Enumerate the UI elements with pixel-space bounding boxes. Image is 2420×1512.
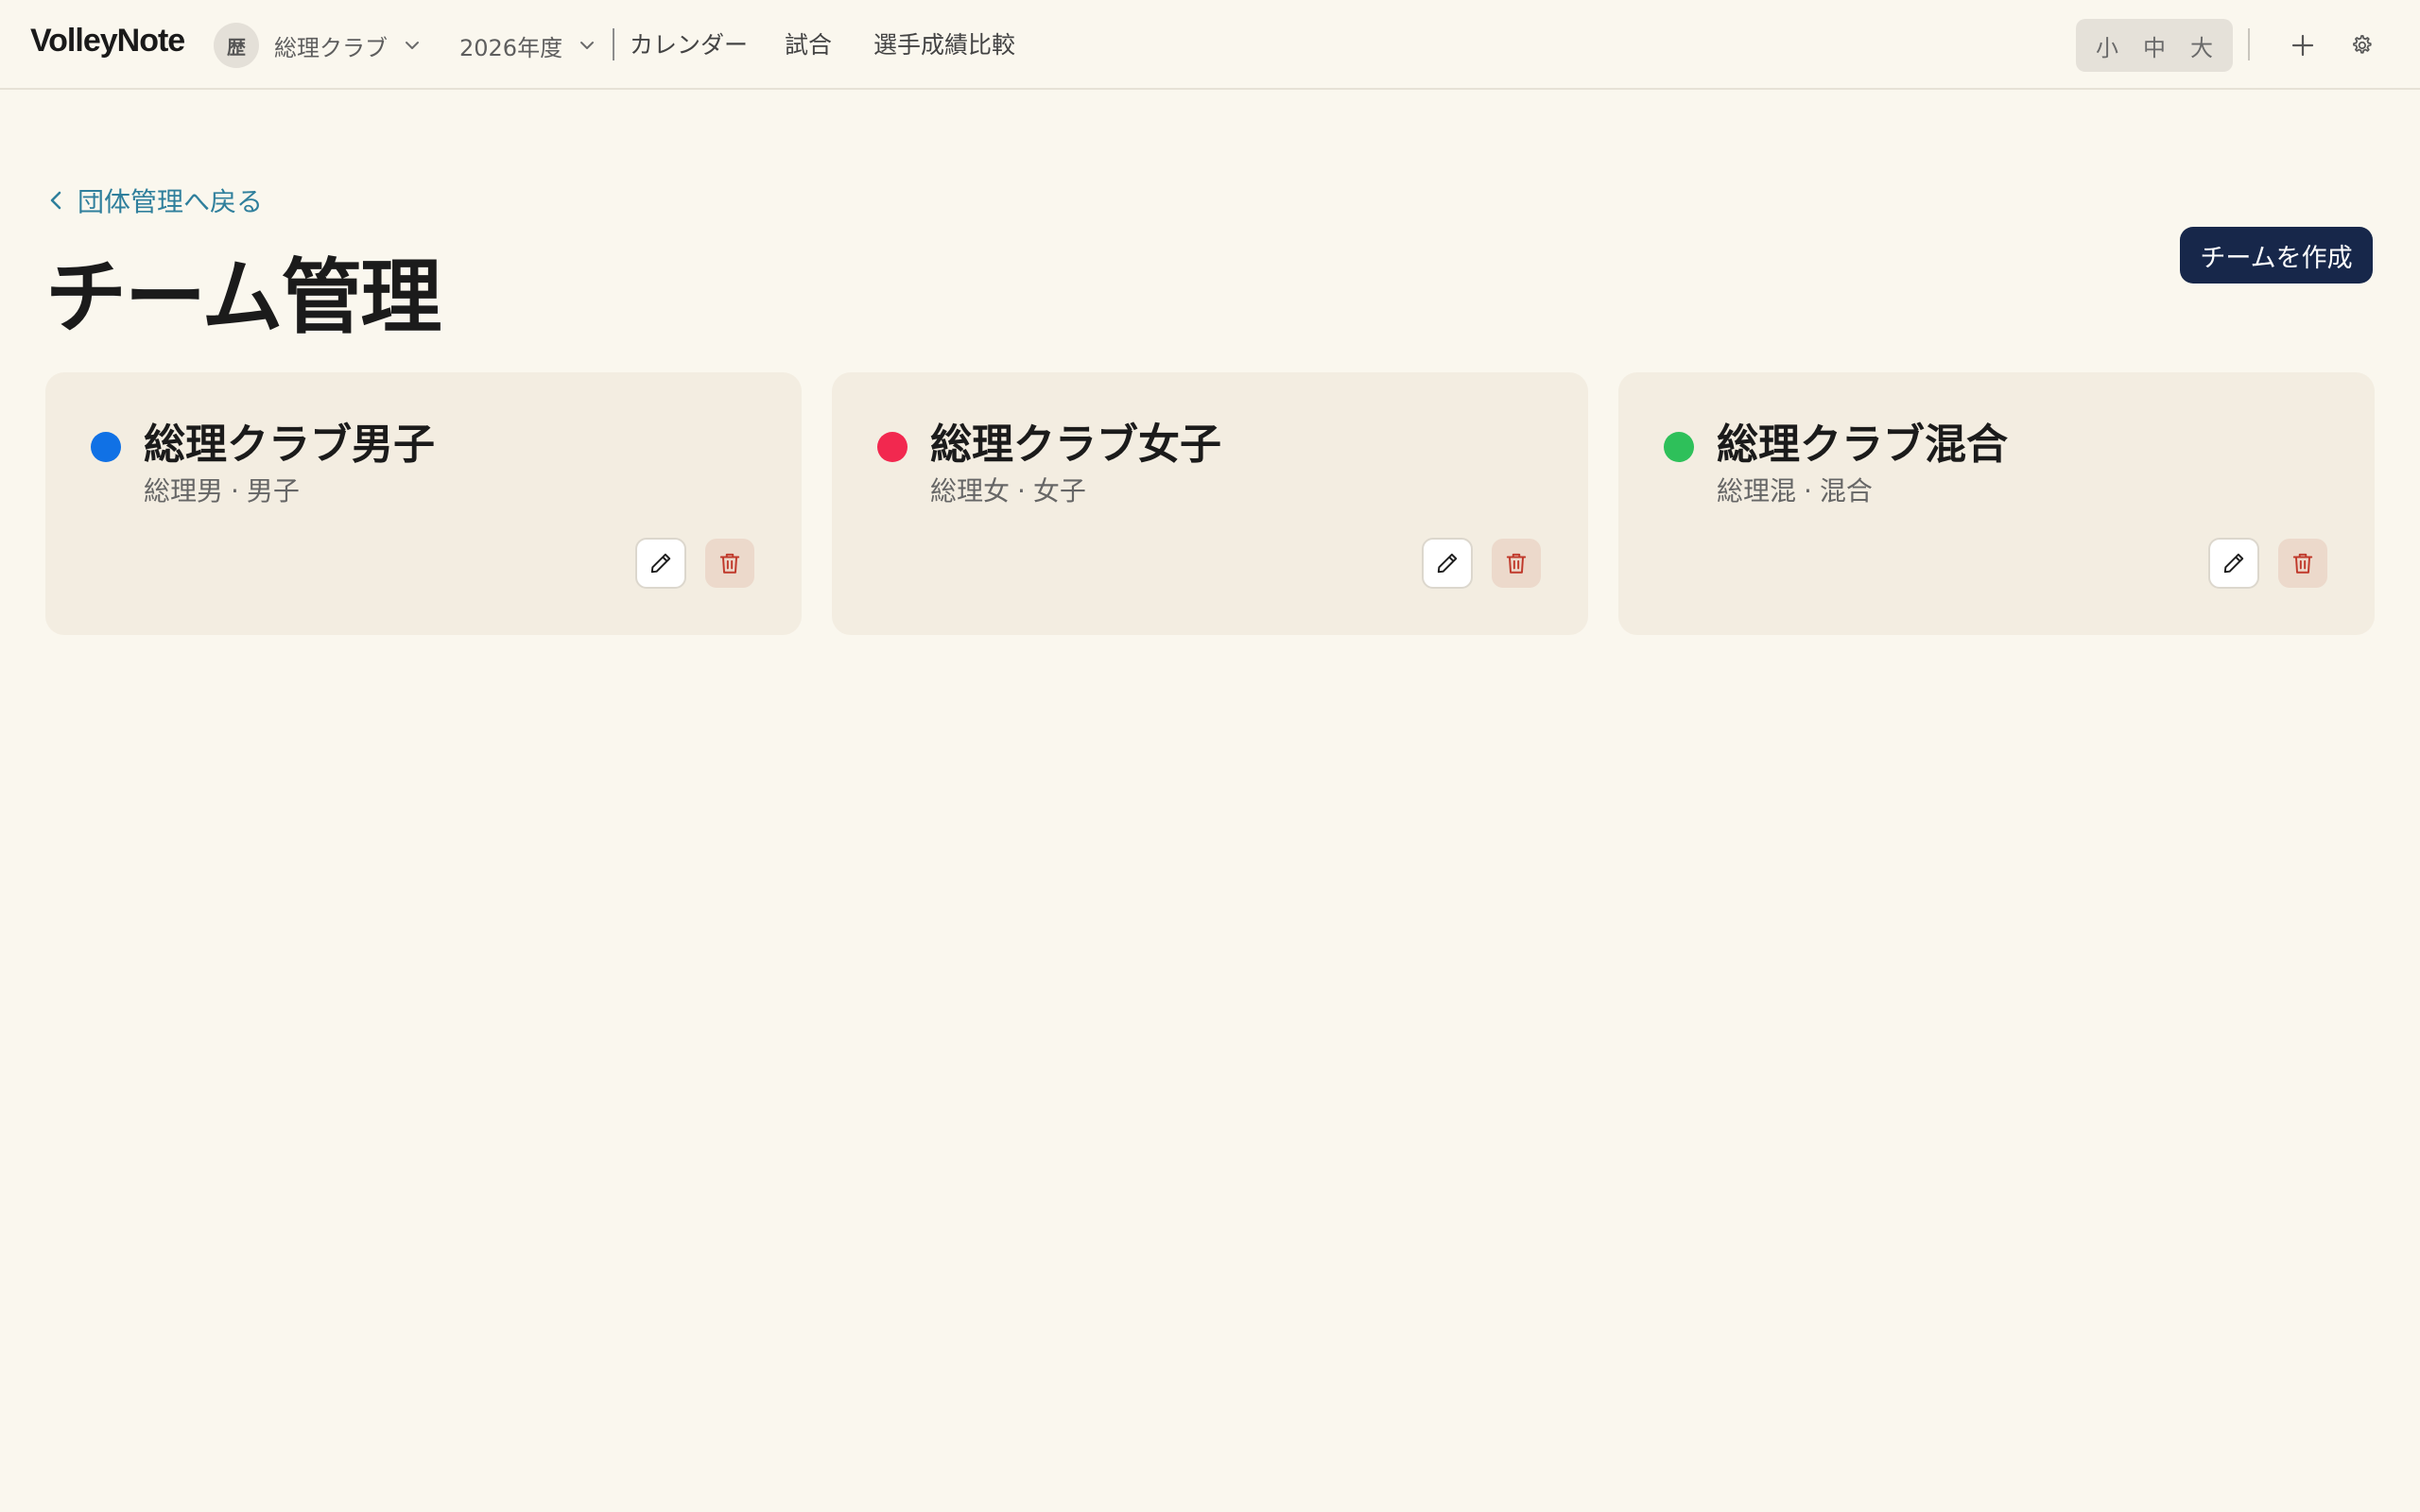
top-bar: VolleyNote 歴 総理クラブ 2026年度 カレンダー 試合 選手成績比…	[0, 0, 2420, 90]
team-category: 女子	[1032, 475, 1086, 507]
team-short-name: 総理混	[1717, 475, 1797, 507]
team-color-dot	[1664, 432, 1694, 462]
meta-separator: ·	[1804, 475, 1812, 507]
pencil-icon	[650, 553, 671, 574]
team-color-dot	[877, 432, 908, 462]
team-card: 総理クラブ混合 総理混 · 混合	[1618, 372, 2375, 635]
team-card-list: 総理クラブ男子 総理男 · 男子 総理クラブ女子 総理女 · 女子 総理クラブ混…	[45, 372, 2375, 635]
season-switcher[interactable]: 2026年度	[459, 23, 596, 68]
back-to-org-link[interactable]: 団体管理へ戻る	[47, 181, 263, 219]
team-category: 混合	[1819, 475, 1873, 507]
font-size-medium-button[interactable]: 中	[2135, 26, 2173, 66]
trash-icon	[719, 553, 740, 574]
delete-team-button[interactable]	[2278, 539, 2327, 588]
plus-icon	[2291, 34, 2314, 57]
team-meta: 総理女 · 女子	[930, 471, 1086, 508]
back-link-label: 団体管理へ戻る	[78, 186, 264, 217]
font-size-small-button[interactable]: 小	[2088, 26, 2126, 66]
team-meta: 総理混 · 混合	[1717, 471, 1873, 508]
team-color-dot	[91, 432, 121, 462]
chevron-down-icon	[580, 42, 595, 49]
edit-team-button[interactable]	[2208, 538, 2259, 589]
delete-team-button[interactable]	[705, 539, 754, 588]
create-team-button[interactable]: チームを作成	[2180, 227, 2373, 284]
delete-team-button[interactable]	[1492, 539, 1541, 588]
nav-matches[interactable]: 試合	[785, 26, 832, 60]
page-title: チーム管理	[45, 250, 441, 345]
meta-separator: ·	[231, 475, 239, 507]
team-category: 男子	[246, 475, 300, 507]
org-switcher[interactable]: 歴 総理クラブ	[214, 23, 422, 68]
team-name: 総理クラブ女子	[930, 421, 1221, 469]
team-short-name: 総理男	[144, 475, 224, 507]
team-card: 総理クラブ女子 総理女 · 女子	[832, 372, 1588, 635]
toolbar-divider	[2248, 28, 2250, 60]
pencil-icon	[1437, 553, 1458, 574]
pencil-icon	[2223, 553, 2244, 574]
gear-icon	[2353, 35, 2372, 54]
org-name: 総理クラブ	[274, 34, 388, 61]
edit-team-button[interactable]	[1422, 538, 1473, 589]
add-button[interactable]	[2284, 26, 2322, 64]
org-avatar: 歴	[214, 23, 259, 68]
nav-player-stats-compare[interactable]: 選手成績比較	[873, 26, 1015, 60]
team-card: 総理クラブ男子 総理男 · 男子	[45, 372, 802, 635]
edit-team-button[interactable]	[635, 538, 686, 589]
meta-separator: ·	[1017, 475, 1026, 507]
chevron-down-icon	[406, 42, 419, 49]
trash-icon	[2292, 553, 2313, 574]
app-logo[interactable]: VolleyNote	[30, 23, 185, 60]
font-size-toggle: 小 中 大	[2076, 19, 2233, 72]
chevron-left-icon	[50, 191, 61, 210]
nav-divider	[613, 28, 614, 60]
nav-calendar[interactable]: カレンダー	[630, 26, 748, 60]
settings-button[interactable]	[2342, 26, 2380, 64]
season-label: 2026年度	[459, 34, 563, 61]
team-short-name: 総理女	[930, 475, 1011, 507]
trash-icon	[1506, 553, 1527, 574]
team-name: 総理クラブ男子	[144, 421, 435, 469]
font-size-large-button[interactable]: 大	[2183, 26, 2221, 66]
team-name: 総理クラブ混合	[1717, 421, 2008, 469]
team-meta: 総理男 · 男子	[144, 471, 300, 508]
